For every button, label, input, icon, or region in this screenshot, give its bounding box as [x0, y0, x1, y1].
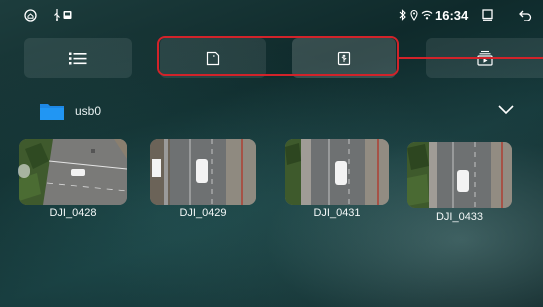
chevron-down-icon[interactable] [496, 101, 516, 117]
home-icon[interactable] [24, 0, 37, 30]
highlight-box [157, 36, 399, 76]
location-pin-icon [410, 0, 418, 30]
list-icon [69, 52, 87, 64]
aerial-street-image [150, 139, 256, 205]
back-arrow-icon[interactable] [519, 0, 532, 30]
aerial-street-image [407, 142, 512, 208]
file-name-label: DJI_0428 [49, 207, 97, 219]
wifi-icon [421, 0, 433, 30]
aerial-street-image [285, 139, 389, 205]
thumbnail-dji-0429[interactable] [150, 139, 256, 205]
aerial-street-image [19, 139, 127, 205]
clock-time: 16:34 [435, 7, 469, 23]
status-bar: 16:34 [0, 0, 543, 30]
file-name-label: DJI_0433 [435, 211, 484, 223]
bluetooth-icon [399, 0, 407, 30]
usb-icon [53, 0, 61, 30]
file-name-label: DJI_0431 [313, 207, 361, 219]
callout-line [399, 57, 543, 59]
list-view-button[interactable] [24, 38, 132, 78]
thumbnail-dji-0433[interactable] [407, 142, 512, 208]
file-name-label: DJI_0429 [179, 207, 227, 219]
sd-card-icon [63, 0, 72, 30]
window-icon[interactable] [482, 0, 493, 30]
thumbnail-dji-0428[interactable] [19, 139, 127, 205]
thumbnail-dji-0431[interactable] [285, 139, 389, 205]
folder-name: usb0 [75, 104, 102, 118]
edge-drag-handle[interactable] [18, 164, 30, 178]
folder-row[interactable]: usb0 [40, 98, 101, 124]
folder-icon [40, 104, 64, 120]
